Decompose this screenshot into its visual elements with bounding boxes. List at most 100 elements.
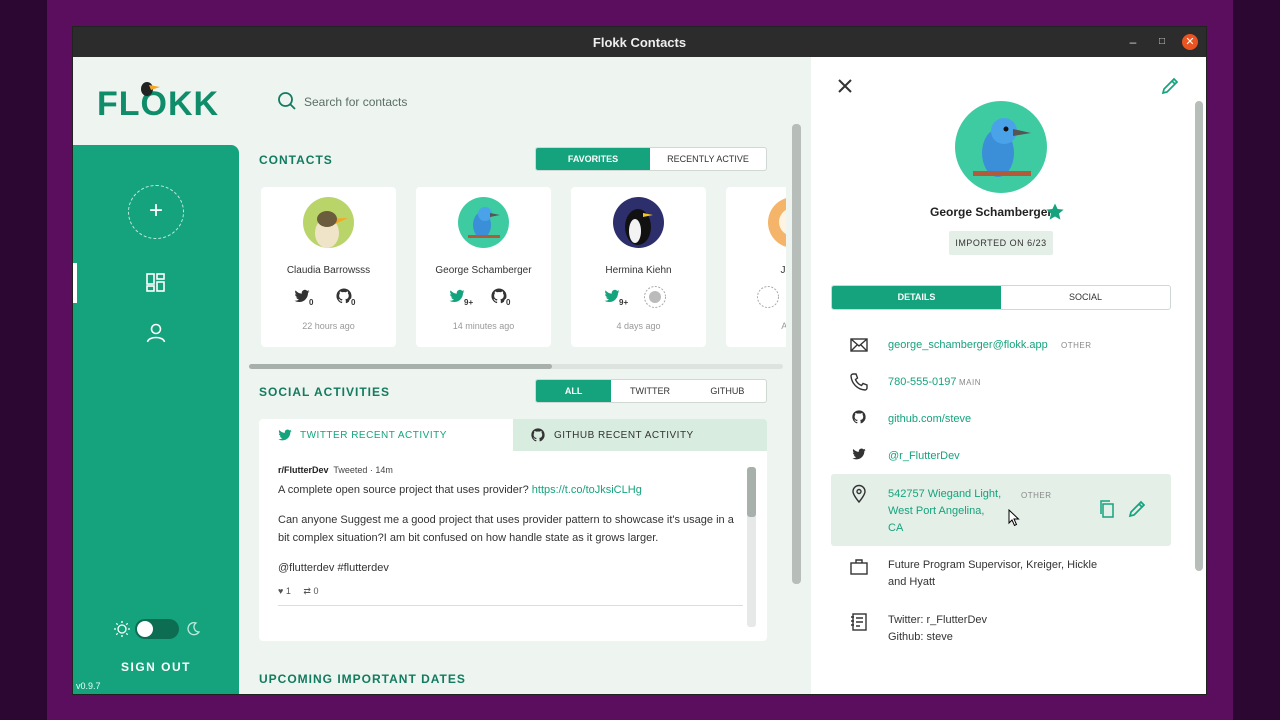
avatar — [458, 197, 509, 248]
detail-twitter[interactable]: @r_FlutterDev — [888, 448, 960, 465]
like-count: 1 — [285, 586, 291, 596]
address-type-label: OTHER — [1021, 491, 1052, 500]
contact-card[interactable]: Jacey Add S — [726, 187, 786, 347]
favorite-star-icon[interactable] — [1045, 202, 1065, 222]
sun-icon — [114, 621, 130, 637]
retweet-icon[interactable]: ⇄ — [303, 586, 311, 596]
filter-twitter[interactable]: TWITTER — [611, 380, 688, 402]
tab-social[interactable]: SOCIAL — [1001, 286, 1170, 309]
contact-last-active: 14 minutes ago — [452, 321, 515, 331]
imported-badge: IMPORTED ON 6/23 — [949, 231, 1053, 255]
detail-phone[interactable]: 780-555-0197 — [888, 374, 957, 391]
detail-job-line2: and Hyatt — [888, 576, 936, 588]
detail-email[interactable]: george_schamberger@flokk.app — [888, 337, 1048, 354]
github-add-icon — [644, 286, 666, 308]
email-type-label: OTHER — [1061, 341, 1092, 350]
detail-address-row[interactable]: 542757 Wiegand Light, West Port Angelina… — [831, 474, 1171, 546]
filter-github[interactable]: GITHUB — [689, 380, 766, 402]
post-age: 14m — [375, 465, 393, 475]
twitter-count: 0 — [307, 298, 316, 307]
contact-last-active: 22 hours ago — [302, 321, 355, 331]
phone-icon — [850, 373, 868, 391]
contact-name: Jacey — [780, 265, 786, 276]
heart-icon[interactable]: ♥ — [278, 586, 283, 596]
post-divider — [278, 605, 743, 606]
contacts-carousel: Claudia Barrowsss 0 0 22 hours ago Georg… — [259, 187, 786, 355]
sidebar: + SIGN OUT v0.9.7 — [73, 145, 239, 694]
moon-icon — [187, 622, 201, 636]
twitter-add-icon — [757, 286, 779, 308]
notes-icon — [851, 613, 867, 631]
dark-mode-toggle[interactable] — [135, 619, 179, 639]
filter-all[interactable]: ALL — [536, 380, 612, 402]
detail-notes-line1: Twitter: r_FlutterDev — [888, 614, 988, 626]
github-count: 0 — [504, 298, 513, 307]
copy-icon[interactable] — [1097, 499, 1117, 519]
mail-icon — [850, 338, 868, 352]
briefcase-icon — [850, 559, 868, 575]
github-count: 0 — [349, 298, 358, 307]
detail-github[interactable]: github.com/steve — [888, 411, 971, 428]
app-window: Flokk Contacts – □ ✕ FLOKK + SIGN OUT v0… — [73, 27, 1206, 694]
dashboard-icon[interactable] — [144, 271, 168, 295]
detail-phone-row: 780-555-0197 MAIN — [831, 372, 1171, 392]
detail-avatar — [955, 101, 1047, 193]
search-icon — [278, 92, 296, 110]
feed-scrollbar[interactable] — [747, 467, 756, 627]
theme-switch-row — [113, 617, 203, 641]
detail-job-row: Future Program Supervisor, Kreiger, Hick… — [831, 557, 1171, 597]
twitter-count: 9+ — [462, 298, 476, 307]
tab-twitter-activity[interactable]: TWITTER RECENT ACTIVITY — [259, 419, 513, 451]
main-vertical-scrollbar[interactable] — [792, 124, 801, 584]
social-section-title: SOCIAL ACTIVITIES — [259, 385, 391, 399]
contacts-section-title: CONTACTS — [259, 153, 333, 167]
desktop-left — [0, 0, 47, 720]
search-input[interactable] — [304, 92, 564, 112]
minimize-button[interactable]: – — [1125, 34, 1141, 50]
tab-github-activity[interactable]: GITHUB RECENT ACTIVITY — [513, 419, 767, 451]
contacts-filter: FAVORITES RECENTLY ACTIVE — [535, 147, 767, 171]
app-content: FLOKK + SIGN OUT v0.9.7 Search for conta… — [73, 57, 1206, 694]
twitter-icon — [852, 448, 866, 460]
twitter-icon — [278, 429, 292, 441]
detail-address-line3: CA — [888, 522, 904, 534]
edit-address-icon[interactable] — [1127, 499, 1147, 519]
post-tags: @flutterdev #flutterdev — [278, 562, 389, 574]
activity-feed: r/FlutterDev Tweeted · 14m A complete op… — [259, 451, 767, 641]
contact-card[interactable]: Hermina Kiehn 9+ 4 days ago — [571, 187, 706, 347]
add-contact-button[interactable]: + — [128, 185, 184, 239]
contacts-horizontal-scrollbar[interactable] — [249, 364, 783, 369]
twitter-count: 9+ — [617, 298, 631, 307]
contact-detail-panel: George Schamberger IMPORTED ON 6/23 DETA… — [811, 57, 1206, 694]
toucan-logo-icon — [141, 82, 160, 96]
detail-tabs: DETAILS SOCIAL — [831, 285, 1171, 310]
activity-tabs: TWITTER RECENT ACTIVITY GITHUB RECENT AC… — [259, 419, 767, 451]
filter-favorites[interactable]: FAVORITES — [536, 148, 651, 170]
post-actions: ♥ 1 ⇄ 0 — [278, 586, 318, 597]
post-link[interactable]: https://t.co/toJksiCLHg — [532, 484, 642, 496]
phone-type-label: MAIN — [959, 378, 981, 387]
detail-twitter-row: @r_FlutterDev — [831, 446, 1171, 466]
detail-github-row: github.com/steve — [831, 409, 1171, 429]
avatar — [768, 197, 786, 248]
tab-details[interactable]: DETAILS — [832, 286, 1001, 309]
close-window-button[interactable]: ✕ — [1182, 34, 1198, 50]
post-action: Tweeted — [333, 465, 368, 475]
detail-vertical-scrollbar[interactable] — [1195, 101, 1203, 571]
github-icon — [852, 410, 866, 424]
close-icon[interactable] — [836, 77, 854, 95]
edit-pencil-icon[interactable] — [1160, 76, 1180, 96]
filter-recently-active[interactable]: RECENTLY ACTIVE — [650, 148, 766, 170]
maximize-button[interactable]: □ — [1154, 34, 1170, 50]
contacts-user-icon[interactable] — [144, 321, 168, 345]
social-filter: ALL TWITTER GITHUB — [535, 379, 767, 403]
detail-email-row: george_schamberger@flokk.app OTHER — [831, 335, 1171, 355]
tab-github-label: GITHUB RECENT ACTIVITY — [554, 430, 694, 441]
desktop-right — [1233, 0, 1280, 720]
contact-card[interactable]: Claudia Barrowsss 0 0 22 hours ago — [261, 187, 396, 347]
avatar — [303, 197, 354, 248]
search-bar — [277, 90, 577, 114]
sign-out-button[interactable]: SIGN OUT — [73, 660, 239, 674]
contact-card[interactable]: George Schamberger 9+ 0 14 minutes ago — [416, 187, 551, 347]
post-author[interactable]: r/FlutterDev — [278, 465, 329, 475]
